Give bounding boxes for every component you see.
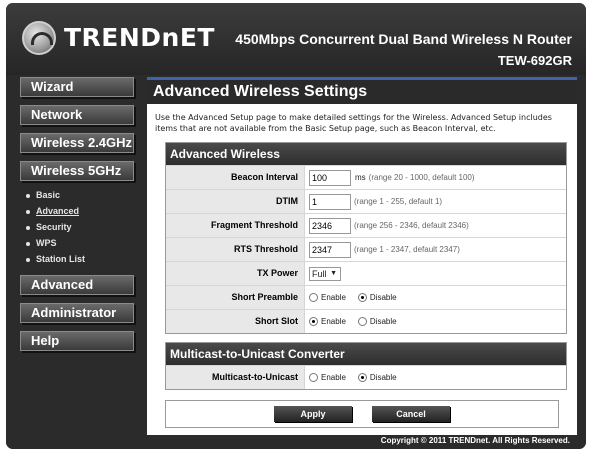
nav-wizard[interactable]: Wizard (20, 77, 134, 97)
submenu-advanced[interactable]: Advanced (20, 203, 142, 219)
multicast-disable-option[interactable]: Disable (357, 373, 397, 382)
nav-wireless-5ghz[interactable]: Wireless 5GHz (20, 161, 134, 181)
multicast-label: Multicast-to-Unicast (166, 366, 305, 389)
model-number: TEW-692GR (497, 53, 572, 68)
dtim-label: DTIM (166, 190, 305, 213)
nav-administrator[interactable]: Administrator (20, 303, 134, 323)
tx-power-row: TX Power Full ▼ (166, 261, 566, 285)
submenu-station-list[interactable]: Station List (20, 251, 142, 267)
beacon-unit: ms (355, 173, 366, 182)
submenu-wps[interactable]: WPS (20, 235, 142, 251)
short-preamble-disable-radio[interactable] (357, 293, 367, 302)
short-slot-disable-option[interactable]: Disable (357, 317, 397, 326)
bullet-icon (26, 209, 30, 214)
bullet-icon (26, 257, 30, 262)
advanced-wireless-section: Advanced Wireless Beacon Interval ms (ra… (165, 142, 567, 334)
rts-threshold-label: RTS Threshold (166, 238, 305, 261)
short-slot-label: Short Slot (166, 310, 305, 333)
main-content: Advanced Wireless Settings Use the Advan… (147, 77, 577, 435)
short-slot-enable-radio[interactable] (309, 317, 318, 326)
beacon-interval-row: Beacon Interval ms (range 20 - 1000, def… (166, 165, 566, 189)
cancel-button[interactable]: Cancel (372, 406, 450, 422)
submenu-basic[interactable]: Basic (20, 187, 142, 203)
bullet-icon (26, 225, 30, 230)
short-slot-row: Short Slot Enable Disable (166, 309, 566, 333)
sidebar: Wizard Network Wireless 2.4GHz Wireless … (20, 77, 142, 359)
multicast-section-title: Multicast-to-Unicast Converter (166, 343, 566, 365)
fragment-threshold-input[interactable] (309, 217, 351, 234)
short-preamble-enable-radio[interactable] (309, 293, 318, 302)
fragment-hint: (range 256 - 2346, default 2346) (354, 221, 469, 230)
short-preamble-enable-option[interactable]: Enable (309, 293, 346, 302)
short-preamble-row: Short Preamble Enable Disable (166, 285, 566, 309)
multicast-enable-radio[interactable] (309, 373, 318, 382)
dtim-input[interactable] (309, 193, 351, 210)
dtim-row: DTIM (range 1 - 255, default 1) (166, 189, 566, 213)
beacon-interval-label: Beacon Interval (166, 166, 305, 189)
nav-advanced[interactable]: Advanced (20, 275, 134, 295)
bullet-icon (26, 193, 30, 198)
tx-power-select[interactable]: Full ▼ (309, 266, 341, 281)
copyright-text: Copyright © 2011 TRENDnet. All Rights Re… (380, 436, 570, 445)
fragment-threshold-row: Fragment Threshold (range 256 - 2346, de… (166, 213, 566, 237)
multicast-disable-radio[interactable] (357, 373, 367, 382)
multicast-row: Multicast-to-Unicast Enable Disable (166, 365, 566, 389)
wireless-5ghz-submenu: Basic Advanced Security WPS Station List (20, 187, 142, 267)
short-preamble-disable-option[interactable]: Disable (357, 293, 397, 302)
header: TRENDnET 450Mbps Concurrent Dual Band Wi… (6, 3, 586, 75)
bullet-icon (26, 241, 30, 246)
nav-network[interactable]: Network (20, 105, 134, 125)
brand-logo-text: TRENDnET (64, 23, 215, 52)
trendnet-logo-icon (22, 21, 56, 55)
tx-power-label: TX Power (166, 262, 305, 285)
rts-hint: (range 1 - 2347, default 2347) (354, 245, 460, 254)
router-admin-frame: TRENDnET 450Mbps Concurrent Dual Band Wi… (6, 3, 586, 449)
apply-button[interactable]: Apply (274, 406, 352, 422)
nav-help[interactable]: Help (20, 331, 134, 351)
page-description: Use the Advanced Setup page to make deta… (155, 113, 552, 133)
dtim-hint: (range 1 - 255, default 1) (354, 197, 443, 206)
chevron-down-icon: ▼ (330, 270, 337, 277)
footer: Copyright © 2011 TRENDnet. All Rights Re… (6, 435, 586, 449)
fragment-threshold-label: Fragment Threshold (166, 214, 305, 237)
nav-wireless-24ghz[interactable]: Wireless 2.4GHz (20, 133, 134, 153)
short-slot-disable-radio[interactable] (357, 317, 367, 326)
short-slot-enable-option[interactable]: Enable (309, 317, 346, 326)
multicast-enable-option[interactable]: Enable (309, 373, 346, 382)
rts-threshold-row: RTS Threshold (range 1 - 2347, default 2… (166, 237, 566, 261)
product-title: 450Mbps Concurrent Dual Band Wireless N … (235, 31, 572, 47)
submenu-security[interactable]: Security (20, 219, 142, 235)
action-bar: Apply Cancel (165, 400, 559, 428)
page-title: Advanced Wireless Settings (147, 77, 577, 104)
beacon-hint: (range 20 - 1000, default 100) (368, 173, 475, 182)
beacon-interval-input[interactable] (309, 169, 351, 186)
section-title: Advanced Wireless (166, 143, 566, 165)
multicast-section: Multicast-to-Unicast Converter Multicast… (165, 342, 567, 390)
rts-threshold-input[interactable] (309, 241, 351, 258)
short-preamble-label: Short Preamble (166, 286, 305, 309)
